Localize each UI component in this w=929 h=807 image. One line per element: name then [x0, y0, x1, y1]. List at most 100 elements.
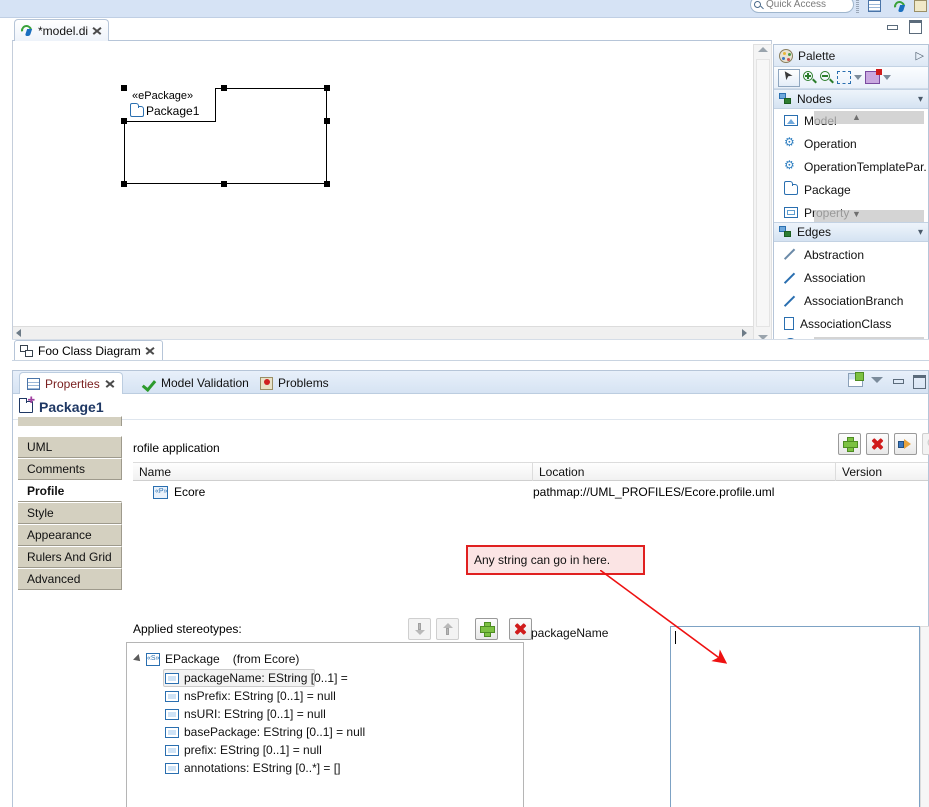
sheet-tab-foo-class-diagram[interactable]: Foo Class Diagram — [14, 340, 163, 361]
palette-item-operation[interactable]: Operation — [774, 132, 928, 155]
sidebar-item-appearance[interactable]: Appearance — [18, 524, 122, 546]
apply-registered-profile-button[interactable] — [894, 433, 917, 455]
palette-group-nodes[interactable]: Nodes ▾ — [774, 89, 928, 109]
close-icon[interactable] — [145, 346, 155, 356]
tree-item-basepackage-label: basePackage: EString [0..1] = null — [184, 725, 366, 739]
sidebar-item-profile[interactable]: Profile — [18, 480, 122, 502]
editor-minimize-button[interactable] — [885, 21, 898, 35]
properties-header: Package1 — [13, 394, 928, 420]
canvas-scroll-up-arrow[interactable] — [758, 47, 768, 52]
apply-profile-button[interactable] — [838, 433, 861, 455]
sidebar-item-uml[interactable]: UML — [18, 436, 122, 458]
package-name-label: Package1 — [146, 104, 200, 118]
palette-scroll-up-chevron-icon[interactable]: ▲ — [852, 112, 861, 122]
package-icon — [783, 181, 798, 195]
palette-item-package[interactable]: Package — [774, 178, 928, 201]
papyrus-perspective-icon[interactable] — [891, 0, 909, 15]
attribute-icon — [165, 690, 179, 702]
palette-item-association[interactable]: Association — [774, 266, 928, 289]
palette-scroll-down-chevron-icon[interactable]: ▼ — [852, 209, 861, 219]
maximize-icon[interactable] — [912, 374, 926, 389]
format-dropdown-chevron-down-icon[interactable] — [883, 75, 891, 80]
nodes-group-icon — [779, 93, 792, 105]
attribute-icon — [165, 708, 179, 720]
resize-handle-w1[interactable] — [121, 118, 127, 124]
toolbar-grip[interactable] — [856, 0, 859, 13]
tab-properties[interactable]: Properties — [19, 372, 123, 394]
tree-item-prefix[interactable]: prefix: EString [0..1] = null — [127, 741, 523, 759]
palette-collapse-icon[interactable]: ▷ — [916, 49, 924, 62]
canvas-scroll-left-arrow[interactable] — [16, 329, 21, 337]
remove-profile-button[interactable] — [866, 433, 889, 455]
resize-handle-s[interactable] — [221, 181, 227, 187]
table-row[interactable]: Ecore pathmap://UML_PROFILES/Ecore.profi… — [133, 482, 928, 502]
canvas-horizontal-scrollbar[interactable] — [13, 326, 755, 339]
perspective-icon[interactable] — [868, 0, 884, 13]
palette-item-abstraction[interactable]: Abstraction — [774, 243, 928, 266]
abstraction-icon — [784, 248, 798, 261]
check-icon — [143, 377, 156, 390]
tree-item-packagename-label: packageName: EString [0..1] = — [184, 671, 348, 685]
canvas-scroll-thumb[interactable] — [756, 59, 770, 327]
tree-item-nsprefix[interactable]: nsPrefix: EString [0..1] = null — [127, 687, 523, 705]
tree-item-annotations[interactable]: annotations: EString [0..*] = [] — [127, 759, 523, 777]
attribute-icon — [165, 726, 179, 738]
quick-access-search[interactable]: Quick Access — [750, 0, 854, 13]
palette-item-association-branch[interactable]: AssociationBranch — [774, 289, 928, 312]
resize-handle-se[interactable] — [324, 181, 330, 187]
unapply-stereotype-button[interactable] — [509, 618, 532, 640]
tree-item-basepackage[interactable]: basePackage: EString [0..1] = null — [127, 723, 523, 741]
perspective-glyph — [868, 0, 881, 12]
sidebar-item-advanced-label: Advanced — [27, 572, 81, 586]
arrow-cursor-icon — [783, 71, 795, 85]
pin-icon[interactable] — [848, 372, 864, 387]
zoom-out-icon[interactable] — [820, 70, 834, 85]
resize-handle-nw[interactable] — [121, 85, 127, 91]
sidebar-item-rulers-and-grid[interactable]: Rulers And Grid — [18, 546, 122, 568]
marquee-selection-icon[interactable] — [837, 71, 851, 84]
sidebar-item-advanced[interactable]: Advanced — [18, 568, 122, 590]
operation-template-parameter-icon — [784, 158, 798, 173]
side-tabs-cap — [18, 416, 122, 426]
canvas-vertical-scrollbar[interactable] — [753, 44, 772, 344]
apply-stereotype-button[interactable] — [475, 618, 498, 640]
format-painter-icon[interactable] — [865, 69, 882, 84]
applied-stereotypes-tree[interactable]: EPackage (from Ecore) packageName: EStri… — [126, 642, 524, 807]
sidebar-item-comments[interactable]: Comments — [18, 458, 122, 480]
zoom-in-icon[interactable] — [803, 70, 817, 85]
marquee-dropdown-chevron-down-icon[interactable] — [854, 75, 862, 80]
package-shape[interactable]: «ePackage» Package1 — [121, 85, 330, 187]
canvas-scroll-right-arrow[interactable] — [742, 329, 747, 337]
resize-handle-n[interactable] — [221, 85, 227, 91]
resize-handle-sw[interactable] — [121, 181, 127, 187]
select-tool-button[interactable] — [778, 68, 800, 87]
close-icon[interactable] — [105, 379, 115, 389]
editor-maximize-button[interactable] — [908, 20, 922, 34]
resize-handle-ne[interactable] — [324, 85, 330, 91]
tree-item-packagename[interactable]: packageName: EString [0..1] = — [127, 669, 523, 687]
tree-item-epackage[interactable]: EPackage (from Ecore) — [127, 650, 523, 668]
profile-row-name: Ecore — [174, 485, 206, 499]
editor-tab-model-di[interactable]: *model.di — [14, 19, 110, 41]
tree-item-epackage-label: EPackage — [165, 652, 220, 666]
palette-item-association-class[interactable]: AssociationClass — [774, 312, 928, 335]
value-editor-scrollbar[interactable] — [920, 626, 929, 807]
tab-problems[interactable]: Problems — [253, 372, 336, 394]
palette-item-operation-template-parameter[interactable]: OperationTemplatePar. — [774, 155, 928, 178]
palette-item-association-class-label: AssociationClass — [800, 316, 892, 331]
java-perspective-icon[interactable] — [914, 0, 929, 13]
close-icon[interactable] — [92, 26, 102, 36]
association-icon — [784, 272, 798, 284]
search-icon — [754, 1, 761, 8]
resize-handle-e1[interactable] — [324, 118, 330, 124]
palette-group-edges[interactable]: Edges ▾ — [774, 222, 928, 242]
applied-stereotypes-label: Applied stereotypes: — [133, 622, 242, 636]
palette-group-edges-label: Edges — [797, 225, 832, 239]
sidebar-item-style[interactable]: Style — [18, 502, 122, 524]
minimize-icon[interactable] — [891, 375, 904, 386]
tab-model-validation[interactable]: Model Validation — [136, 372, 256, 394]
expand-twisty-icon[interactable] — [133, 654, 143, 664]
editor-tab-label: *model.di — [38, 23, 89, 38]
tree-item-nsuri[interactable]: nsURI: EString [0..1] = null — [127, 705, 523, 723]
view-menu-chevron-down-icon[interactable] — [871, 377, 883, 383]
